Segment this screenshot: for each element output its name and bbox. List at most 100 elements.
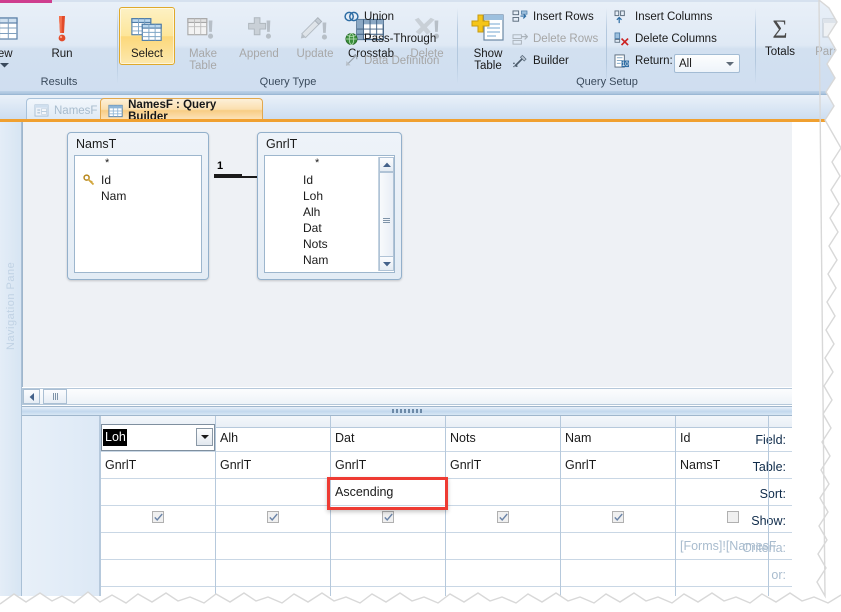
table-box-gnrlt[interactable]: GnrlT * Id Loh Alh Dat Nots Nam	[257, 132, 402, 280]
or-cell[interactable]	[446, 560, 559, 586]
delete-columns-button[interactable]: Delete Columns	[614, 32, 717, 46]
sort-cell[interactable]	[446, 479, 559, 505]
field-item-loh[interactable]: Loh	[265, 188, 394, 204]
show-table-button[interactable]: Show Table	[460, 8, 516, 72]
criteria-cell[interactable]: [Forms]![NamesF]	[676, 533, 776, 559]
run-button[interactable]: Run	[34, 8, 90, 60]
or-cell[interactable]	[561, 560, 674, 586]
builder-wand-icon	[513, 54, 527, 68]
field-item[interactable]: *	[75, 156, 201, 172]
field-item-id[interactable]: Id	[75, 172, 201, 188]
sort-cell-highlighted[interactable]: Ascending	[331, 479, 444, 505]
scroll-down-button[interactable]	[379, 256, 394, 271]
form-icon	[34, 104, 49, 117]
chevron-down-icon	[200, 435, 209, 439]
hscroll-thumb[interactable]	[43, 389, 67, 404]
join-one-label: 1	[217, 160, 224, 172]
field-item-nots[interactable]: Nots	[265, 236, 394, 252]
table-box-namst-field-list[interactable]: * Id Nam	[74, 155, 202, 273]
table-cell[interactable]: GnrlT	[101, 452, 214, 478]
table-cell[interactable]: GnrlT	[561, 452, 674, 478]
make-table-button[interactable]: Make Table	[175, 10, 231, 72]
insert-columns-button[interactable]: Insert Columns	[614, 10, 712, 24]
pass-through-button[interactable]: Pass-Through	[344, 32, 436, 46]
field-item-id[interactable]: Id	[265, 172, 394, 188]
or-cell[interactable]	[331, 560, 444, 586]
return-top-values-icon: 10	[614, 54, 629, 68]
field-cell[interactable]: Alh	[216, 425, 329, 451]
delete-columns-label: Delete Columns	[635, 33, 717, 45]
field-item-alh[interactable]: Alh	[265, 204, 394, 220]
view-button[interactable]: iew	[0, 8, 32, 71]
table-box-gnrlt-scrollbar[interactable]	[378, 157, 394, 271]
table-cell[interactable]: GnrlT	[216, 452, 329, 478]
insert-columns-label: Insert Columns	[635, 11, 713, 23]
or-cell[interactable]	[216, 560, 329, 586]
or-cell[interactable]	[676, 560, 768, 586]
union-button[interactable]: Union	[344, 10, 394, 23]
sort-cell[interactable]	[561, 479, 674, 505]
insert-rows-button[interactable]: Insert Rows	[512, 10, 594, 24]
table-cell[interactable]: NamsT	[676, 452, 768, 478]
query-design-grid[interactable]: Field: Table: Sort: Show: Criteria: or: …	[22, 416, 792, 596]
scroll-thumb-grip-icon	[383, 217, 390, 224]
show-checkbox[interactable]	[152, 511, 164, 523]
query-diagram-pane[interactable]: NamsT * Id Nam 1 GnrlT * Id Loh Alh Dat …	[22, 122, 792, 387]
append-button[interactable]: Append	[231, 10, 287, 60]
show-checkbox[interactable]	[382, 511, 394, 523]
criteria-cell[interactable]	[101, 533, 214, 559]
chevron-down-icon[interactable]	[726, 61, 734, 66]
torn-edge-bottom	[0, 591, 841, 612]
delete-rows-label: Delete Rows	[533, 33, 599, 45]
data-definition-button[interactable]: Data Definition	[344, 54, 439, 68]
delete-rows-icon	[512, 33, 528, 45]
or-cell[interactable]	[101, 560, 214, 586]
select-button-label: Select	[131, 48, 163, 60]
field-cell[interactable]: Id	[676, 425, 768, 451]
sort-cell[interactable]	[676, 479, 768, 505]
field-item-dat[interactable]: Dat	[265, 220, 394, 236]
document-tab-namesf-label: NamesF	[54, 104, 98, 117]
checkmark-icon	[153, 513, 163, 521]
torn-edge-right	[816, 0, 841, 612]
sort-cell[interactable]	[216, 479, 329, 505]
show-checkbox-unchecked[interactable]	[727, 511, 739, 523]
field-cell[interactable]: Nam	[561, 425, 674, 451]
show-checkbox[interactable]	[497, 511, 509, 523]
show-checkbox[interactable]	[612, 511, 624, 523]
pane-splitter[interactable]	[22, 406, 792, 416]
field-cell-selected-text: Loh	[103, 429, 127, 446]
field-item-nam[interactable]: Nam	[265, 252, 394, 268]
scroll-thumb[interactable]	[379, 172, 394, 268]
datasheet-view-icon	[0, 17, 18, 40]
field-cell[interactable]: Dat	[331, 425, 444, 451]
builder-button[interactable]: Builder	[512, 54, 569, 68]
scroll-up-button[interactable]	[379, 157, 394, 172]
table-cell[interactable]: GnrlT	[331, 452, 444, 478]
criteria-cell[interactable]	[561, 533, 674, 559]
return-value-combobox[interactable]: All	[674, 54, 740, 73]
table-box-namst[interactable]: NamsT * Id Nam	[67, 132, 209, 280]
field-item-nam[interactable]: Nam	[75, 188, 201, 204]
caret-down-icon	[382, 261, 391, 266]
navigation-pane-collapsed[interactable]: Navigation Pane	[0, 122, 22, 596]
hscroll-left-button[interactable]	[23, 389, 40, 404]
table-box-gnrlt-field-list[interactable]: * Id Loh Alh Dat Nots Nam	[264, 155, 395, 273]
delete-rows-button[interactable]: Delete Rows	[512, 32, 598, 46]
ribbon-group-query-type-label: Query Type	[259, 76, 317, 88]
ribbon-bottom-bar	[0, 91, 841, 94]
table-cell[interactable]: GnrlT	[446, 452, 559, 478]
criteria-cell[interactable]	[216, 533, 329, 559]
show-checkbox[interactable]	[267, 511, 279, 523]
update-button[interactable]: Update	[287, 10, 343, 60]
field-item[interactable]: *	[265, 156, 394, 172]
field-dropdown-button[interactable]	[196, 428, 213, 446]
run-button-label: Run	[51, 48, 73, 60]
field-cell[interactable]: Nots	[446, 425, 559, 451]
criteria-cell[interactable]	[331, 533, 444, 559]
select-button[interactable]: Select	[119, 10, 175, 60]
diagram-horizontal-scrollbar[interactable]	[22, 388, 792, 405]
sort-cell[interactable]	[101, 479, 214, 505]
view-dropdown-arrow-icon[interactable]	[0, 59, 9, 71]
criteria-cell[interactable]	[446, 533, 559, 559]
